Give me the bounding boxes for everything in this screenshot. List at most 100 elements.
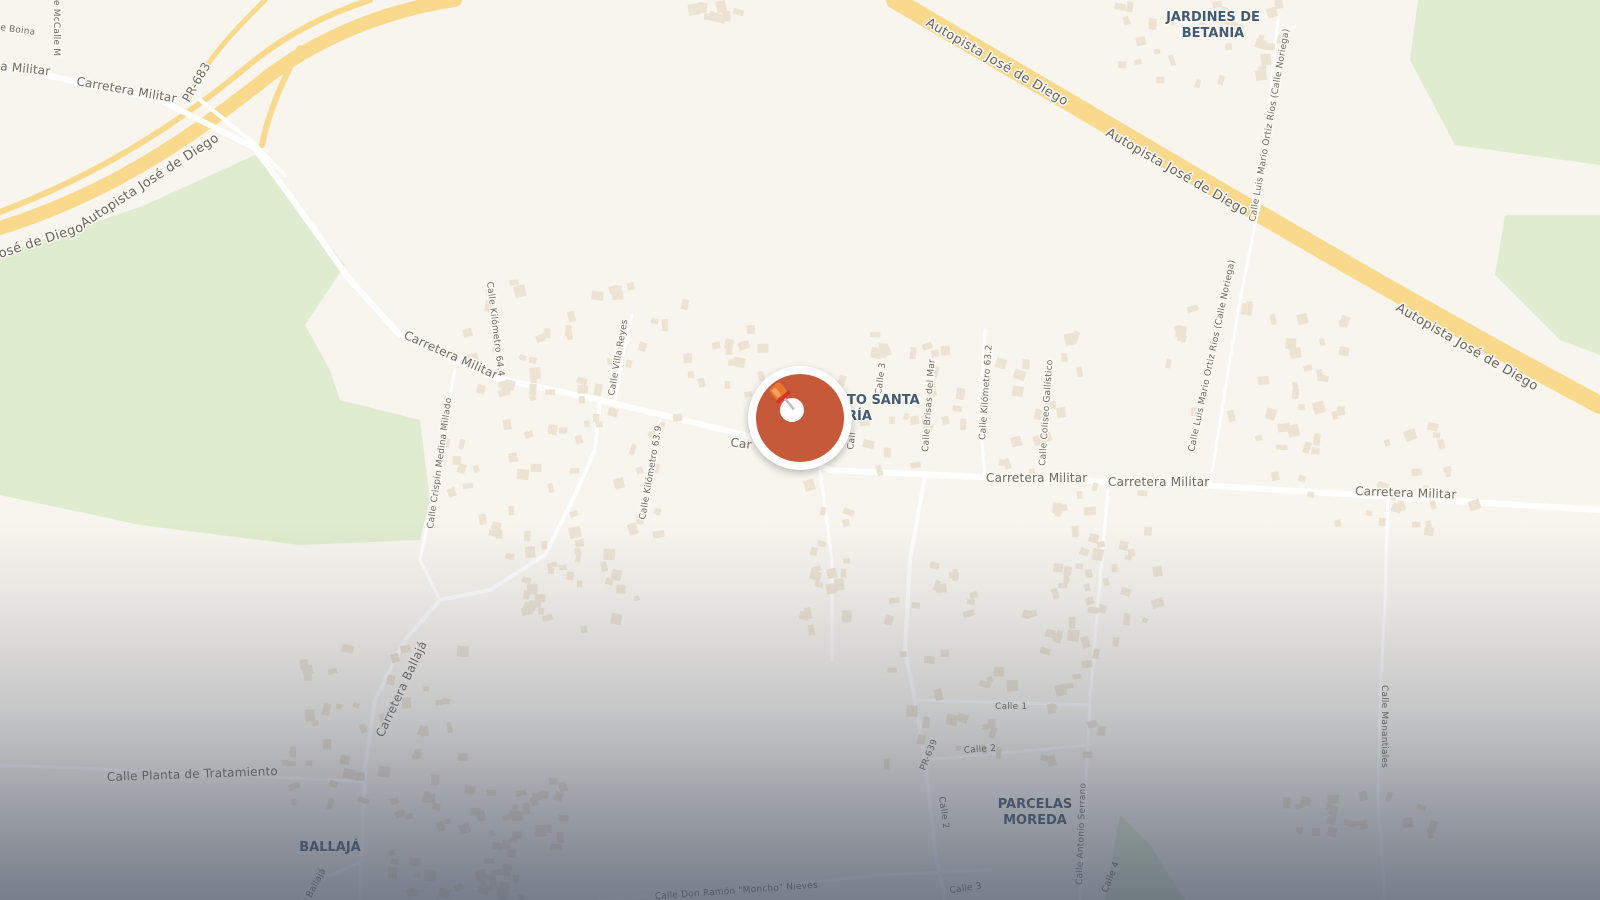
building — [1175, 325, 1187, 338]
building — [574, 548, 581, 555]
building — [703, 13, 716, 21]
building — [1257, 375, 1270, 386]
building — [1083, 506, 1097, 516]
building — [1118, 540, 1129, 551]
building — [1136, 489, 1148, 497]
building — [574, 539, 585, 548]
building — [1068, 617, 1076, 630]
building — [603, 548, 616, 561]
building — [534, 824, 547, 837]
building — [960, 418, 967, 431]
building — [1263, 42, 1276, 51]
building — [616, 584, 626, 594]
building — [1432, 432, 1441, 439]
building — [290, 798, 297, 806]
building — [935, 583, 948, 594]
building — [558, 564, 567, 571]
building — [993, 666, 1005, 677]
building — [1006, 679, 1019, 692]
building — [456, 645, 469, 658]
building — [1338, 346, 1350, 357]
building — [899, 651, 907, 658]
building — [566, 571, 575, 581]
place-parcelas-line2: MOREDA — [1003, 813, 1067, 828]
building — [413, 872, 421, 878]
building — [591, 290, 604, 301]
building — [526, 584, 538, 595]
building — [746, 325, 756, 334]
building — [1254, 69, 1267, 82]
building — [1096, 540, 1106, 548]
map-canvas[interactable]: osé de Diego Autopista José de Diego Aut… — [0, 0, 1600, 900]
building — [546, 824, 552, 834]
building — [1327, 794, 1340, 804]
building — [452, 455, 461, 465]
building — [576, 580, 582, 587]
building — [883, 447, 891, 458]
building — [342, 767, 356, 780]
building — [1245, 301, 1253, 313]
building — [543, 328, 551, 339]
building — [661, 319, 669, 332]
location-marker[interactable] — [748, 366, 852, 470]
building — [516, 468, 530, 481]
building — [1365, 509, 1373, 517]
building — [883, 758, 890, 770]
building — [509, 279, 520, 286]
building — [390, 858, 399, 865]
building — [1102, 577, 1110, 587]
building — [339, 754, 351, 766]
building — [711, 341, 721, 350]
building — [1097, 725, 1106, 736]
building — [508, 505, 515, 516]
building — [431, 802, 441, 811]
building — [1063, 576, 1070, 585]
building — [548, 568, 555, 574]
building — [522, 802, 531, 815]
building — [423, 686, 430, 692]
place-jardines-line1: JARDINES DE — [1165, 10, 1260, 25]
building — [547, 424, 558, 436]
building — [930, 349, 940, 358]
building — [377, 765, 391, 778]
building — [444, 818, 451, 824]
building — [523, 530, 531, 542]
building — [556, 832, 564, 844]
building — [506, 848, 517, 858]
building — [843, 558, 851, 564]
building — [1285, 338, 1297, 350]
building — [948, 571, 960, 579]
building — [530, 463, 542, 473]
building — [1117, 61, 1127, 69]
building — [966, 598, 976, 606]
building — [887, 667, 897, 673]
label-carretera-militar-cut: Car — [730, 435, 753, 452]
building — [304, 708, 316, 722]
place-parcelas-line1: PARCELAS — [998, 797, 1073, 812]
building — [683, 353, 693, 364]
place-jardines-line2: BETANIA — [1182, 26, 1245, 41]
building — [502, 418, 512, 431]
building — [1152, 565, 1163, 578]
building — [757, 343, 769, 353]
building — [470, 807, 481, 816]
building — [511, 810, 523, 821]
building — [1425, 520, 1432, 532]
building — [424, 793, 436, 803]
building — [1156, 76, 1165, 83]
building — [1378, 517, 1386, 527]
building — [534, 593, 546, 603]
building — [1112, 636, 1120, 647]
building — [922, 716, 931, 729]
building — [1061, 353, 1068, 363]
building — [430, 774, 440, 786]
building — [388, 849, 396, 856]
building — [531, 791, 543, 802]
building — [672, 413, 683, 422]
building — [1081, 660, 1093, 669]
building — [888, 416, 896, 424]
building — [1274, 0, 1284, 10]
building — [1282, 796, 1292, 809]
building — [911, 602, 921, 609]
building — [593, 413, 600, 422]
